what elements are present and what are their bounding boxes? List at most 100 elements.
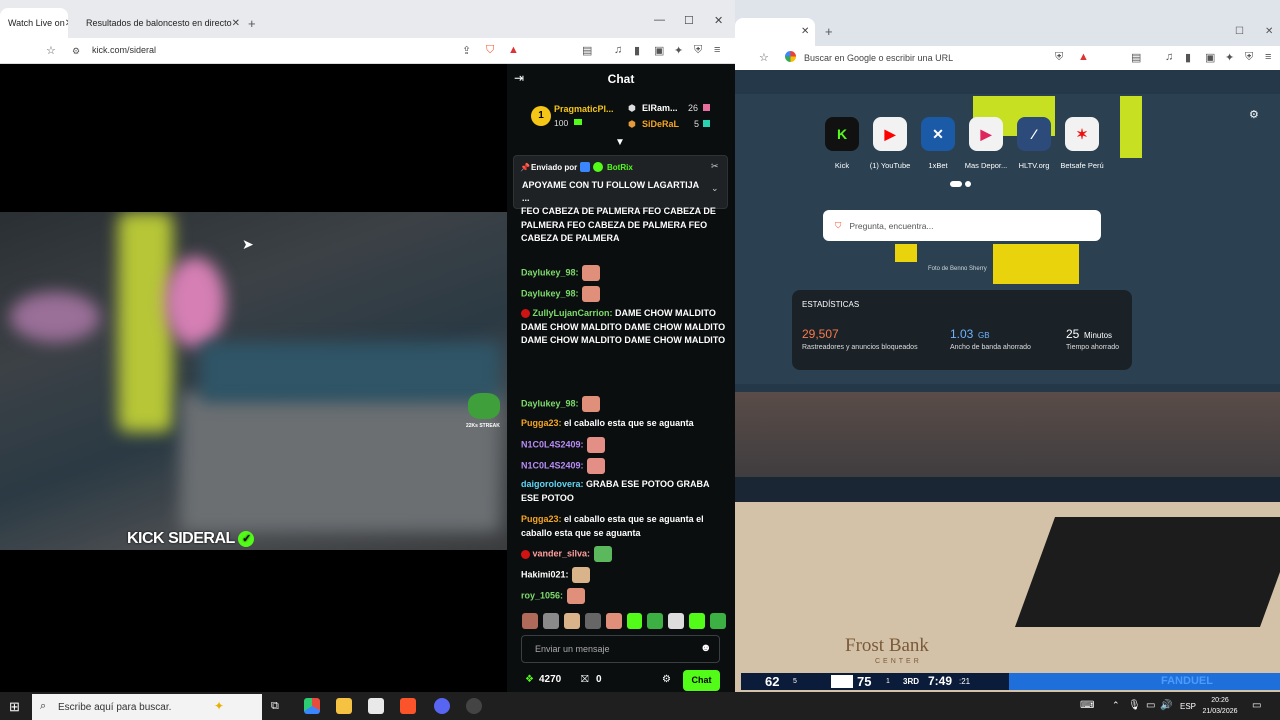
chevron-down-icon[interactable]: ⌄ <box>711 183 719 194</box>
emote-icon[interactable] <box>542 613 559 629</box>
settings-gear-icon[interactable]: ⚙ <box>662 674 671 685</box>
file-explorer-icon[interactable] <box>336 698 352 714</box>
keyboard-icon[interactable]: ⌨ <box>1080 700 1094 711</box>
share-icon[interactable]: ⇪ <box>462 44 471 57</box>
gift-icon[interactable]: ⛝ <box>581 674 589 685</box>
emote-icon[interactable] <box>563 613 580 629</box>
shortcut-masdeporte-icon[interactable]: ▶ <box>969 117 1003 151</box>
pinned-message[interactable]: 📌 Enviado por BotRix ✂ APOYAME CON TU FO… <box>513 155 728 209</box>
emote-icon[interactable] <box>710 613 727 629</box>
windows-start-icon[interactable]: ⊞ <box>9 699 20 715</box>
close-icon[interactable]: ✕ <box>65 18 68 29</box>
volume-icon[interactable]: 🔊 <box>1160 700 1172 711</box>
music-icon[interactable]: ♫ <box>614 44 622 56</box>
leaderboard-name[interactable]: SiDeRaL <box>642 119 679 129</box>
maximize-icon[interactable]: ☐ <box>1235 26 1244 37</box>
close-icon[interactable]: ✕ <box>232 18 240 29</box>
address-bar[interactable]: kick.com/sideral <box>92 45 156 55</box>
username[interactable]: Pugga23: <box>521 514 562 524</box>
username[interactable]: daigorolovera: <box>521 479 584 489</box>
menu-icon[interactable]: ≡ <box>1265 51 1271 63</box>
shortcut-kick-icon[interactable]: K <box>825 117 859 151</box>
rewards-icon[interactable]: ▲ <box>508 44 519 56</box>
new-tab-button[interactable]: + <box>240 8 260 38</box>
leo-icon[interactable]: ✦ <box>674 44 683 57</box>
pinned-sender[interactable]: BotRix <box>607 163 633 172</box>
photo-credit[interactable]: Foto de Benno Sherry <box>928 266 987 272</box>
copilot-icon[interactable] <box>304 698 320 714</box>
send-chat-button[interactable]: Chat <box>683 670 720 691</box>
username[interactable]: Pugga23: <box>521 418 562 428</box>
minimize-icon[interactable]: — <box>654 14 665 26</box>
menu-icon[interactable]: ≡ <box>714 44 720 56</box>
shortcut-1xbet-icon[interactable]: ✕ <box>921 117 955 151</box>
basketball-broadcast[interactable]: Frost Bank CENTER <box>735 392 1280 692</box>
reader-icon[interactable]: ▤ <box>582 44 592 57</box>
close-window-icon[interactable]: ✕ <box>714 14 723 27</box>
site-info-icon[interactable]: ⚙ <box>72 46 80 57</box>
leaderboard-name[interactable]: ElRam... <box>642 103 678 113</box>
emote-icon[interactable] <box>647 613 664 629</box>
taskbar-search[interactable]: ⌕ Escribe aquí para buscar. ✦ <box>32 694 262 720</box>
username[interactable]: N1C0L4S2409: <box>521 460 584 470</box>
leaderboard-name[interactable]: PragmaticPl... <box>554 104 624 114</box>
vpn-icon[interactable]: ⛨ <box>1245 51 1253 64</box>
close-window-icon[interactable]: ✕ <box>1265 26 1273 37</box>
omnibox[interactable]: Buscar en Google o escribir una URL <box>804 53 953 63</box>
maximize-icon[interactable]: ☐ <box>684 14 694 27</box>
wallet-icon[interactable]: ▣ <box>654 44 664 57</box>
emote-icon[interactable] <box>626 613 643 629</box>
shortcut-betsafe-icon[interactable]: ✶ <box>1065 117 1099 151</box>
sidebar-icon[interactable]: ▮ <box>634 44 640 57</box>
clock-date[interactable]: 21/03/2026 <box>1200 708 1240 715</box>
new-tab-icon[interactable]: + <box>825 24 833 39</box>
leo-icon[interactable]: ✦ <box>1225 51 1234 64</box>
username[interactable]: Daylukey_98: <box>521 288 579 298</box>
shield-icon[interactable]: ⛨ <box>1055 51 1063 64</box>
emote-icon[interactable] <box>668 613 685 629</box>
store-icon[interactable] <box>368 698 384 714</box>
brave-icon[interactable] <box>400 698 416 714</box>
emote-icon[interactable] <box>689 613 706 629</box>
rewards-icon[interactable]: ▲ <box>1078 51 1089 63</box>
mic-icon[interactable]: 🎙 <box>1128 700 1141 711</box>
username[interactable]: Hakimi021: <box>521 569 569 579</box>
username[interactable]: ZullyLujanCarrion: <box>533 308 613 318</box>
shortcut-hltv-icon[interactable]: ⁄ <box>1017 117 1051 151</box>
page-dot[interactable] <box>950 181 962 187</box>
chevron-up-icon[interactable]: ⌃ <box>1112 700 1120 711</box>
tab-resultados[interactable]: Resultados de baloncesto en directo ✕ <box>72 8 240 38</box>
discord-icon[interactable] <box>434 698 450 714</box>
notifications-icon[interactable]: ▭ <box>1252 700 1261 711</box>
tab-kick[interactable]: Watch Live on ✕ <box>0 8 68 38</box>
language-indicator[interactable]: ESP <box>1180 702 1196 711</box>
clock-time[interactable]: 20:26 <box>1200 697 1240 704</box>
close-icon[interactable]: ✕ <box>801 26 809 37</box>
unpin-icon[interactable]: ✂ <box>711 161 719 172</box>
chat-input[interactable]: Enviar un mensaje ☻ <box>521 635 720 663</box>
vpn-icon[interactable]: ⛨ <box>694 44 702 57</box>
customize-gear-icon[interactable]: ⚙ <box>1249 108 1259 121</box>
task-view-icon[interactable]: ⧉ <box>271 700 279 713</box>
emote-icon[interactable] <box>584 613 601 629</box>
bookmark-icon[interactable]: ☆ <box>46 44 56 57</box>
shortcut-youtube-icon[interactable]: ▶ <box>873 117 907 151</box>
network-icon[interactable]: ▭ <box>1146 700 1155 711</box>
wallet-icon[interactable]: ▣ <box>1205 51 1215 64</box>
expand-chevron-icon[interactable]: ▼ <box>615 137 625 148</box>
brave-shields-icon[interactable]: ⛉ <box>486 44 494 57</box>
username[interactable]: vander_silva: <box>533 548 591 558</box>
username[interactable]: Daylukey_98: <box>521 267 579 277</box>
username[interactable]: N1C0L4S2409: <box>521 439 584 449</box>
collapse-chat-icon[interactable]: ⇥ <box>514 71 524 85</box>
page-dot[interactable] <box>965 181 971 187</box>
emote-icon[interactable] <box>522 613 538 629</box>
bookmark-icon[interactable]: ☆ <box>759 51 769 64</box>
username[interactable]: Daylukey_98: <box>521 398 579 408</box>
search-input[interactable]: ⛉ Pregunta, encuentra... <box>823 210 1101 241</box>
tab-new[interactable]: ✕ <box>735 18 815 46</box>
stream-video[interactable] <box>0 212 507 550</box>
music-icon[interactable]: ♫ <box>1165 51 1173 63</box>
username[interactable]: roy_1056: <box>521 590 563 600</box>
reader-icon[interactable]: ▤ <box>1131 51 1141 64</box>
